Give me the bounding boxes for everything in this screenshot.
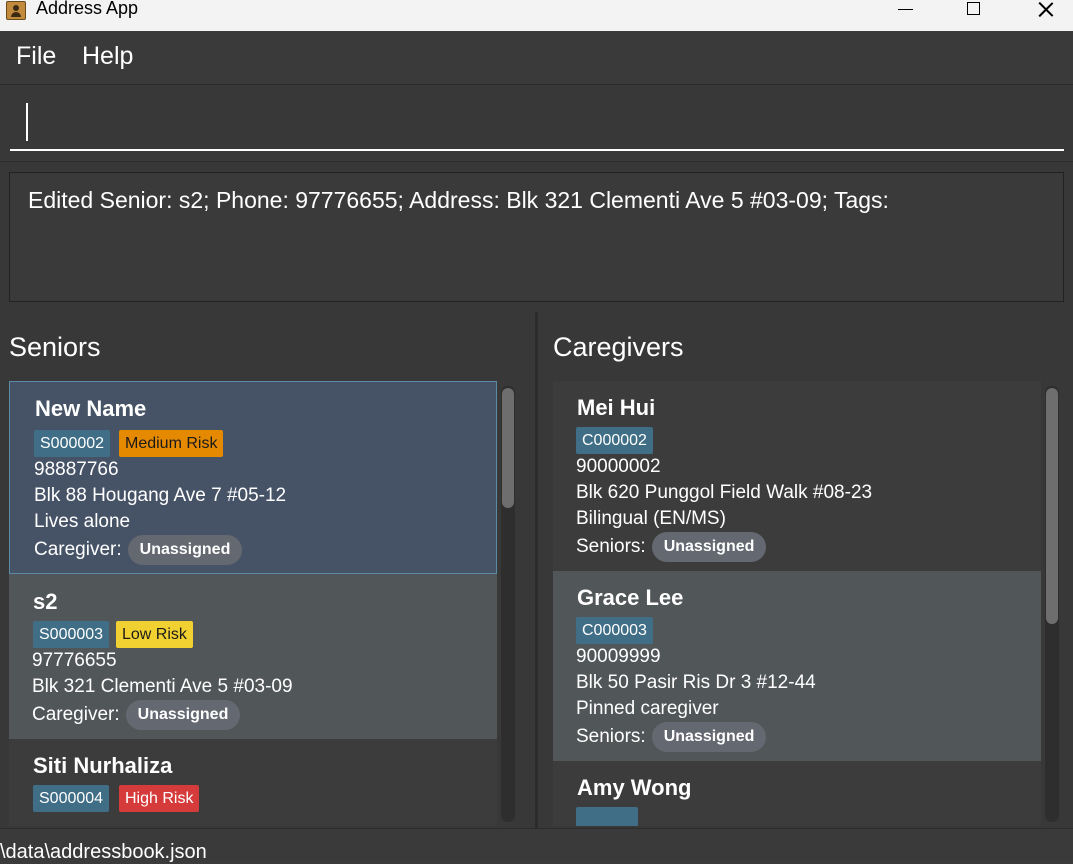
seniors-row: Seniors: Unassigned: [576, 532, 767, 562]
senior-name: New Name: [35, 396, 147, 421]
caregivers-scrollbar[interactable]: [1045, 386, 1059, 822]
caregiver-phone: 90009999: [576, 646, 661, 667]
senior-address: Blk 321 Clementi Ave 5 #03-09: [32, 676, 293, 697]
caregiver-pill: Unassigned: [125, 700, 241, 730]
seniors-label: Seniors:: [576, 726, 646, 748]
caregivers-title: Caregivers: [553, 332, 684, 362]
command-input[interactable]: [10, 98, 1064, 151]
seniors-pill: Unassigned: [651, 532, 767, 562]
caregiver-address: Blk 620 Punggol Field Walk #08-23: [576, 482, 873, 503]
title-bar: Address App: [0, 0, 1073, 31]
senior-card[interactable]: s2 S000003 Low Risk 97776655 Blk 321 Cle…: [9, 574, 497, 739]
minimize-button[interactable]: [882, 0, 928, 22]
caregiver-row: Caregiver: Unassigned: [32, 700, 241, 730]
senior-id-badge: S000002: [34, 430, 111, 457]
maximize-button[interactable]: [952, 0, 998, 22]
caregiver-card[interactable]: Grace Lee C000003 90009999 Blk 50 Pasir …: [553, 571, 1041, 761]
command-box: [0, 85, 1073, 160]
menu-help[interactable]: Help: [82, 42, 133, 71]
caregiver-note: Pinned caregiver: [576, 698, 719, 719]
caregiver-card[interactable]: Mei Hui C000002 90000002 Blk 620 Punggol…: [553, 381, 1041, 571]
menu-bar: File Help: [0, 31, 1073, 85]
caregiver-label: Caregiver:: [32, 704, 120, 726]
caregiver-id-badge: C000003: [576, 617, 653, 644]
seniors-label: Seniors:: [576, 536, 646, 558]
result-display: Edited Senior: s2; Phone: 97776655; Addr…: [0, 161, 1073, 312]
seniors-row: Seniors: Unassigned: [576, 722, 767, 752]
seniors-title: Seniors: [9, 332, 101, 362]
address-book-icon: [6, 1, 26, 20]
senior-phone: 98887766: [34, 459, 119, 480]
caregiver-label: Caregiver:: [34, 539, 122, 561]
window-title: Address App: [36, 0, 139, 18]
senior-id-badge: S000003: [33, 621, 110, 648]
risk-badge: Medium Risk: [119, 430, 224, 457]
risk-badge: Low Risk: [116, 621, 193, 648]
caregiver-phone: 90000002: [576, 456, 661, 477]
result-box: Edited Senior: s2; Phone: 97776655; Addr…: [9, 172, 1064, 302]
caregiver-address: Blk 50 Pasir Ris Dr 3 #12-44: [576, 672, 816, 693]
senior-phone: 97776655: [32, 650, 117, 671]
save-location: \data\addressbook.json: [0, 841, 207, 863]
caregiver-name: Mei Hui: [577, 395, 656, 420]
senior-name: Siti Nurhaliza: [33, 753, 173, 778]
senior-card[interactable]: Siti Nurhaliza S000004 High Risk: [9, 739, 497, 826]
caregivers-list[interactable]: Mei Hui C000002 90000002 Blk 620 Punggol…: [553, 381, 1041, 826]
senior-address: Blk 88 Hougang Ave 7 #05-12: [34, 485, 287, 506]
caregiver-row: Caregiver: Unassigned: [34, 535, 243, 565]
text-caret: [26, 103, 28, 141]
senior-name: s2: [33, 589, 58, 614]
risk-badge: High Risk: [119, 785, 200, 812]
menu-file[interactable]: File: [16, 42, 56, 71]
caregivers-panel: Caregivers Mei Hui C000002 90000002 Blk …: [538, 312, 1073, 828]
caregiver-id-badge: C000002: [576, 427, 653, 454]
seniors-list[interactable]: New Name S000002 Medium Risk 98887766 Bl…: [9, 381, 497, 826]
caregiver-note: Bilingual (EN/MS): [576, 508, 726, 529]
caregiver-id-badge: [576, 807, 638, 826]
seniors-scroll-thumb[interactable]: [502, 388, 514, 508]
caregiver-card[interactable]: Amy Wong: [553, 761, 1041, 826]
senior-note: Lives alone: [34, 511, 131, 532]
seniors-pill: Unassigned: [651, 722, 767, 752]
caregiver-name: Grace Lee: [577, 585, 684, 610]
caregiver-pill: Unassigned: [127, 535, 243, 565]
caregivers-scroll-thumb[interactable]: [1046, 388, 1058, 624]
result-text: Edited Senior: s2; Phone: 97776655; Addr…: [28, 187, 889, 213]
seniors-panel: Seniors New Name S000002 Medium Risk 988…: [0, 312, 538, 828]
senior-id-badge: S000004: [33, 785, 110, 812]
status-bar: \data\addressbook.json: [0, 828, 1073, 863]
seniors-scrollbar[interactable]: [501, 386, 515, 822]
close-button[interactable]: [1022, 0, 1068, 22]
senior-card[interactable]: New Name S000002 Medium Risk 98887766 Bl…: [9, 381, 497, 574]
caregiver-name: Amy Wong: [577, 775, 692, 800]
